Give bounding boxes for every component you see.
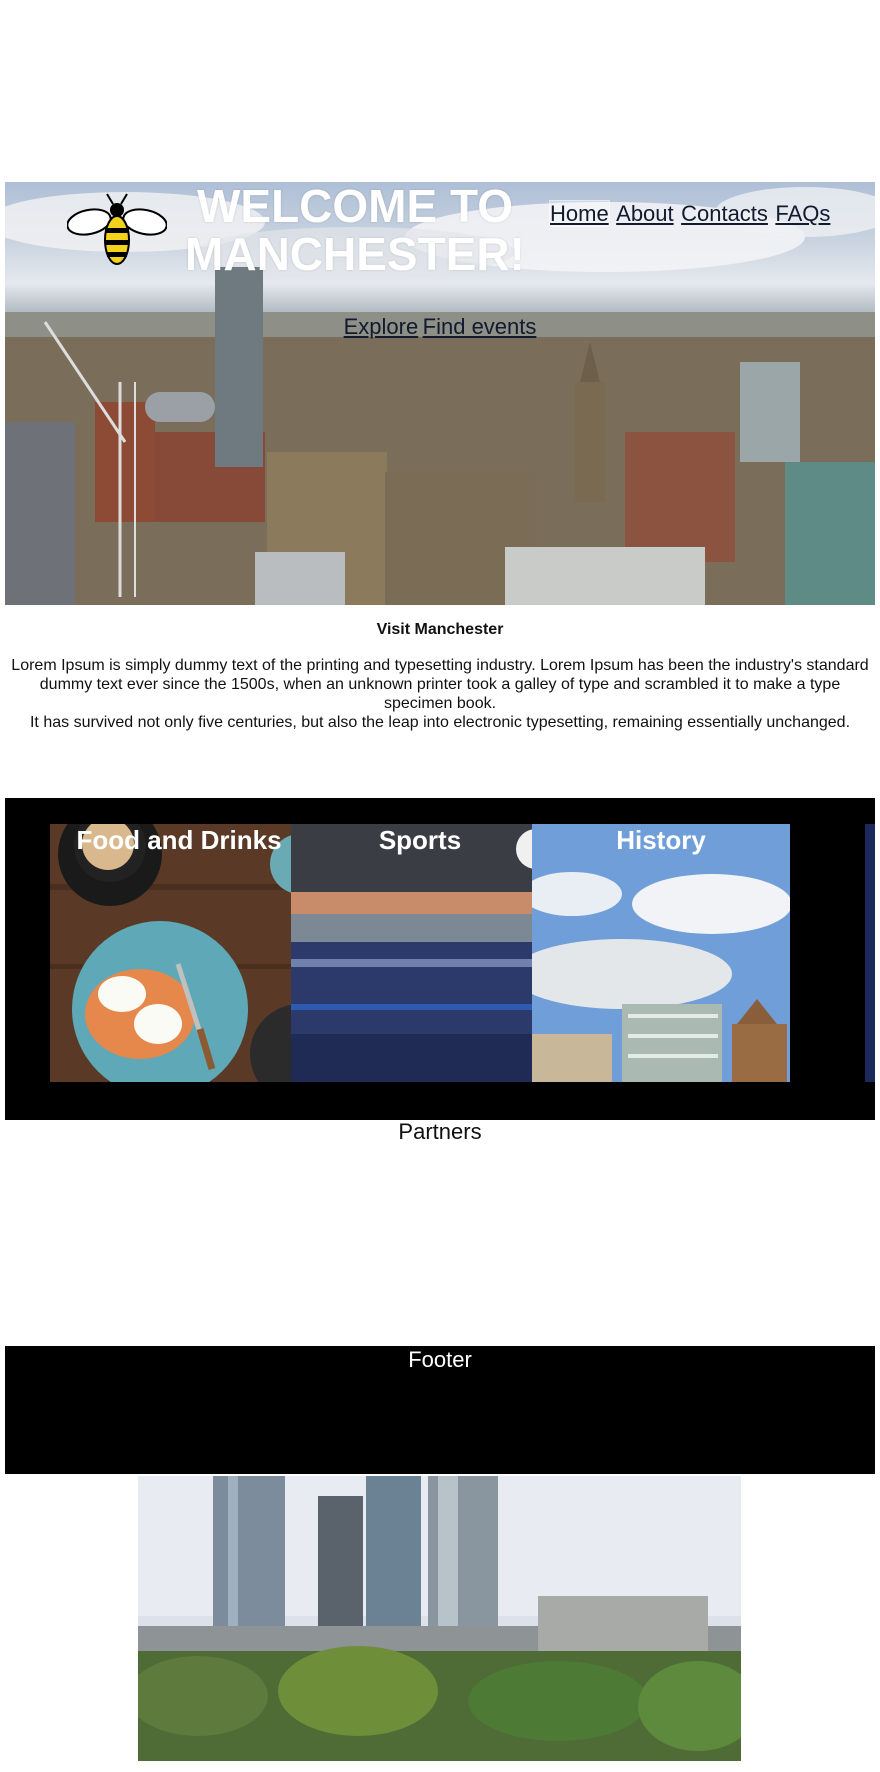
card-title: History — [616, 825, 706, 855]
food-photo — [50, 824, 308, 1082]
carousel-next-card-peek[interactable] — [865, 824, 875, 1082]
stadium-photo — [291, 824, 549, 1082]
card-history[interactable]: History — [532, 824, 790, 1082]
intro-heading: Visit Manchester — [376, 621, 504, 638]
card-title: Sports — [378, 825, 462, 855]
category-carousel: Food and Drinks Sports History — [5, 798, 875, 1120]
intro-paragraph: Lorem Ipsum is simply dummy text of the … — [11, 657, 869, 712]
footer-heading: Footer — [408, 1347, 472, 1372]
intro-text: Lorem Ipsum is simply dummy text of the … — [8, 656, 872, 732]
intro-paragraph: It has survived not only five centuries,… — [29, 714, 851, 731]
main-nav: Home About Contacts FAQs — [550, 201, 833, 227]
nav-link-contacts[interactable]: Contacts — [681, 201, 768, 226]
nav-link-about[interactable]: About — [616, 201, 674, 226]
card-title: Food and Drinks — [76, 825, 282, 855]
nav-link-find-events[interactable]: Find events — [423, 314, 537, 339]
history-photo — [532, 824, 790, 1082]
card-food-and-drinks[interactable]: Food and Drinks — [50, 824, 308, 1082]
nav-link-faqs[interactable]: FAQs — [775, 201, 830, 226]
manchester-bee-icon — [67, 193, 167, 265]
card-sports[interactable]: Sports — [291, 824, 549, 1082]
city-towers-photo — [138, 1476, 741, 1761]
nav-link-home[interactable]: Home — [550, 201, 609, 226]
page-title: WELCOME TO MANCHESTER! — [185, 182, 525, 280]
partners-heading: Partners — [398, 1119, 482, 1144]
nav-link-explore[interactable]: Explore — [344, 314, 419, 339]
hero-banner: WELCOME TO MANCHESTER! Home About Contac… — [5, 182, 875, 605]
secondary-nav: Explore Find events — [5, 314, 875, 340]
footer: Footer — [5, 1346, 875, 1474]
